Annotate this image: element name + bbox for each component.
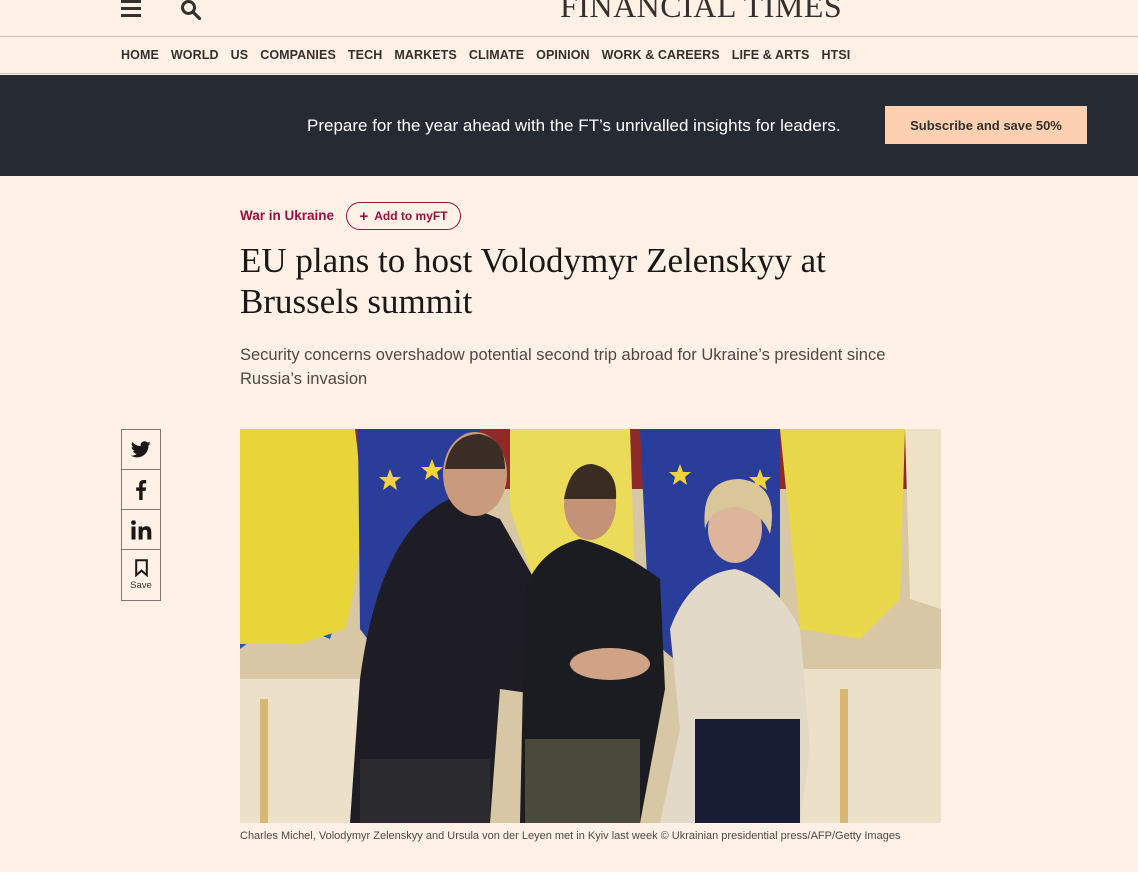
article-main-image[interactable]: [240, 429, 941, 823]
top-header: FINANCIAL TIMES: [0, 0, 1138, 37]
share-facebook-button[interactable]: [121, 469, 161, 509]
masthead-logo[interactable]: FINANCIAL TIMES: [560, 0, 842, 24]
facebook-icon: [136, 479, 147, 500]
hamburger-menu-icon[interactable]: [121, 0, 141, 18]
nav-item-tech[interactable]: TECH: [348, 48, 382, 62]
topic-link[interactable]: War in Ukraine: [240, 208, 334, 223]
nav-item-opinion[interactable]: OPINION: [536, 48, 589, 62]
twitter-icon: [131, 441, 151, 458]
article-headline: EU plans to host Volodymyr Zelenskyy at …: [240, 241, 826, 321]
nav-item-home[interactable]: HOME: [121, 48, 159, 62]
save-label: Save: [130, 580, 152, 591]
linkedin-icon: [130, 519, 151, 539]
search-icon[interactable]: [180, 0, 202, 20]
nav-item-markets[interactable]: MARKETS: [394, 48, 457, 62]
subscribe-button[interactable]: Subscribe and save 50%: [885, 106, 1087, 144]
nav-item-life-arts[interactable]: LIFE & ARTS: [732, 48, 810, 62]
plus-icon: +: [359, 207, 369, 225]
subscription-banner: Prepare for the year ahead with the FT’s…: [0, 75, 1138, 176]
image-caption: Charles Michel, Volodymyr Zelenskyy and …: [240, 830, 901, 842]
leaders-handshake-photo: [240, 429, 941, 823]
add-to-myft-button[interactable]: + Add to myFT: [346, 202, 461, 230]
nav-item-work-careers[interactable]: WORK & CAREERS: [602, 48, 720, 62]
nav-item-companies[interactable]: COMPANIES: [260, 48, 336, 62]
nav-item-us[interactable]: US: [231, 48, 249, 62]
nav-item-climate[interactable]: CLIMATE: [469, 48, 524, 62]
share-twitter-button[interactable]: [121, 429, 161, 469]
nav-item-htsi[interactable]: HTSI: [821, 48, 850, 62]
add-to-myft-label: Add to myFT: [374, 209, 448, 223]
share-bar: Save: [121, 429, 161, 601]
share-linkedin-button[interactable]: [121, 509, 161, 549]
save-article-button[interactable]: Save: [121, 549, 161, 601]
bookmark-icon: [134, 559, 148, 577]
main-nav: HOME WORLD US COMPANIES TECH MARKETS CLI…: [0, 37, 1138, 74]
promo-text: Prepare for the year ahead with the FT’s…: [307, 116, 841, 135]
article-standfirst: Security concerns overshadow potential s…: [240, 346, 886, 388]
nav-item-world[interactable]: WORLD: [171, 48, 219, 62]
